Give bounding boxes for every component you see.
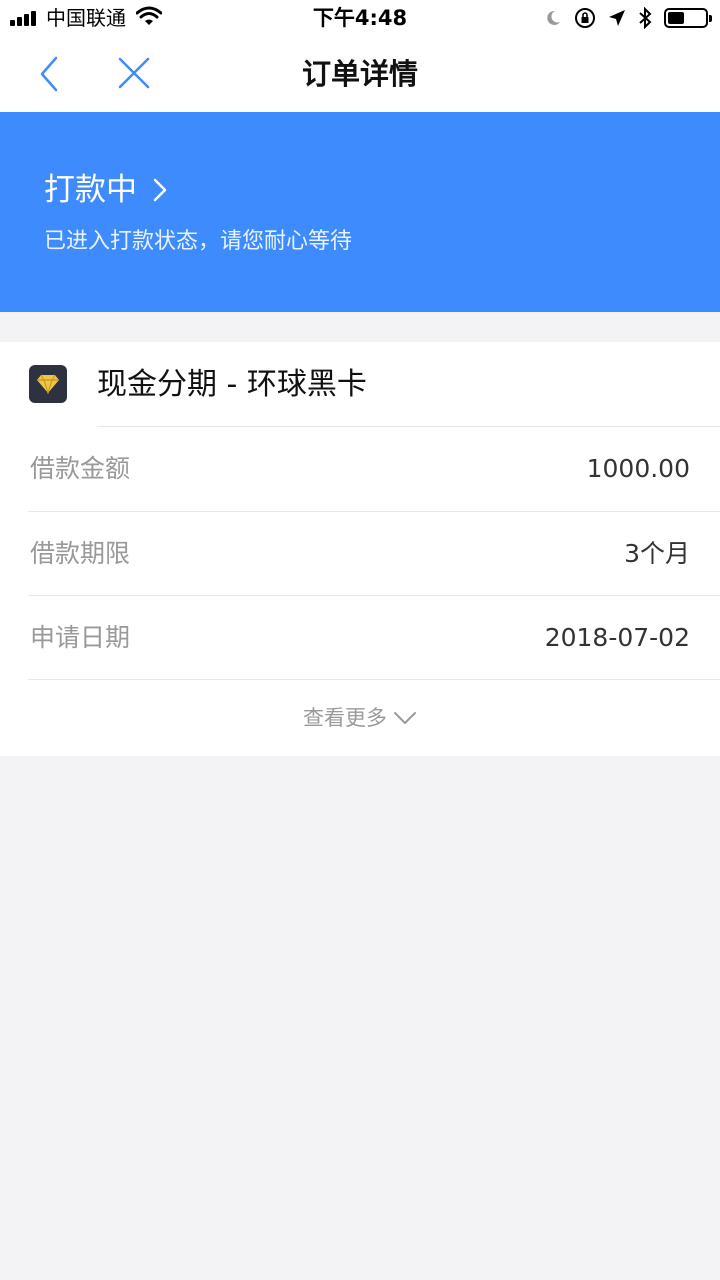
bluetooth-icon [638, 7, 652, 29]
product-row: 现金分期 - 环球黑卡 [0, 342, 720, 426]
chevron-right-icon [153, 178, 167, 202]
view-more-button[interactable]: 查看更多 [0, 680, 720, 756]
location-icon [608, 9, 626, 27]
status-banner: 打款中 已进入打款状态，请您耐心等待 [0, 112, 720, 312]
apply-date-label: 申请日期 [30, 623, 131, 652]
status-bar: 中国联通 下午4:48 [0, 0, 720, 36]
payment-status-link[interactable]: 打款中 [44, 168, 169, 212]
orientation-lock-icon [574, 7, 596, 29]
loan-term-value: 3个月 [624, 539, 690, 568]
apply-date-value: 2018-07-02 [544, 623, 690, 652]
payment-status-text: 打款中 [44, 172, 137, 208]
detail-row-date: 申请日期 2018-07-02 [0, 596, 720, 680]
view-more-label: 查看更多 [303, 706, 387, 730]
moon-icon [544, 9, 562, 27]
status-description: 已进入打款状态，请您耐心等待 [44, 229, 353, 254]
status-right [532, 6, 712, 30]
detail-row-term: 借款期限 3个月 [0, 512, 720, 596]
product-name: 现金分期 - 环球黑卡 [97, 367, 367, 402]
diamond-icon [29, 365, 67, 403]
loan-amount-label: 借款金额 [30, 454, 131, 483]
order-card: 现金分期 - 环球黑卡 借款金额 1000.00 借款期限 3个月 申请日期 2… [0, 342, 720, 756]
loan-term-label: 借款期限 [30, 539, 131, 568]
battery-icon [664, 8, 712, 28]
order-detail-page: 中国联通 下午4:48 订单详情 打款中 已进入打款状态，请您耐心等待 现金分期… [0, 0, 720, 1280]
chevron-down-icon [394, 712, 416, 724]
loan-amount-value: 1000.00 [586, 454, 690, 483]
detail-row-amount: 借款金额 1000.00 [0, 427, 720, 511]
navigation-bar: 订单详情 [0, 36, 720, 112]
page-title: 订单详情 [301, 57, 418, 91]
